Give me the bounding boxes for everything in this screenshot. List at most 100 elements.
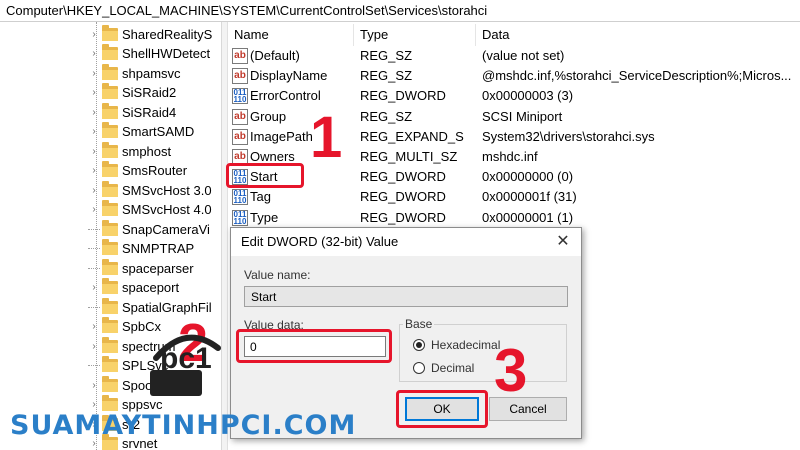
tree-connector	[88, 248, 100, 249]
chevron-right-icon[interactable]: ›	[88, 29, 100, 40]
value-row[interactable]: ab (Default) REG_SZ (value not set)	[228, 46, 800, 66]
string-value-icon: ab	[232, 68, 248, 85]
value-data-cell: 0x00000003 (3)	[482, 88, 574, 104]
folder-icon	[102, 317, 118, 333]
start-highlight-box	[226, 163, 304, 188]
column-header-data[interactable]: Data	[476, 24, 800, 46]
value-row[interactable]: 011 110 Tag REG_DWORD 0x0000001f (31)	[228, 187, 800, 207]
chevron-right-icon[interactable]: ›	[88, 48, 100, 59]
value-data-cell: System32\drivers\storahci.sys	[482, 128, 655, 144]
string-value-icon: ab	[232, 128, 248, 145]
chevron-right-icon[interactable]: ›	[88, 282, 100, 293]
column-header-name[interactable]: Name	[228, 24, 354, 46]
tree-connector	[88, 228, 100, 230]
tree-item-label: SMSvcHost 3.0	[122, 182, 212, 198]
folder-icon	[102, 375, 118, 392]
folder-icon	[102, 239, 118, 255]
chevron-right-icon[interactable]: ›	[88, 321, 100, 332]
tree-item[interactable]: › smphost	[88, 141, 171, 161]
folder-icon	[102, 258, 118, 275]
value-row[interactable]: 011 110 Type REG_DWORD 0x00000001 (1)	[228, 208, 800, 228]
folder-icon	[102, 122, 118, 138]
watermark-logo-text: pc1	[160, 342, 212, 375]
value-name-cell: DisplayName	[250, 68, 328, 84]
chevron-right-icon[interactable]: ›	[88, 204, 100, 215]
tree-item[interactable]: › SiSRaid2	[88, 83, 176, 103]
step-1-number: 1	[310, 105, 343, 170]
tree-connector	[88, 365, 100, 366]
value-type-cell: REG_MULTI_SZ	[360, 149, 458, 164]
value-name-cell: (Default)	[250, 48, 300, 63]
string-value-icon: ab	[232, 48, 248, 64]
chevron-right-icon[interactable]: ›	[88, 185, 100, 196]
base-group	[399, 324, 567, 382]
tree-item-label: spaceport	[122, 280, 180, 295]
value-data-cell: 0x00000001 (1)	[482, 209, 574, 225]
tree-item[interactable]: spaceparser	[88, 258, 194, 278]
tree-item-label: SiSRaid2	[122, 85, 177, 100]
tree-item[interactable]: › SMSvcHost 4.0	[88, 200, 212, 220]
tree-item[interactable]: › shpamsvc	[88, 63, 181, 83]
chevron-right-icon[interactable]: ›	[88, 146, 100, 157]
value-data-cell: 0x00000000 (0)	[482, 169, 574, 185]
watermark-logo: pc1	[150, 334, 221, 396]
hexadecimal-label[interactable]: Hexadecimal	[431, 338, 500, 352]
tree-item[interactable]: › SmsRouter	[88, 161, 187, 181]
value-name-label: Value name:	[244, 268, 311, 282]
tree-item[interactable]: › SMSvcHost 3.0	[88, 180, 212, 200]
tree-item-label: ShellHWDetect	[122, 46, 211, 61]
tree-item[interactable]: SNMPTRAP	[88, 239, 194, 259]
folder-icon	[102, 180, 118, 197]
string-value-icon: ab	[232, 108, 248, 125]
tree-item[interactable]: › SiSRaid4	[88, 102, 176, 122]
binary-value-icon: 011 110	[232, 189, 248, 206]
tree-item-label: SnapCameraVi	[122, 221, 210, 237]
value-type-cell: REG_SZ	[360, 48, 413, 63]
address-bar[interactable]: Computer\HKEY_LOCAL_MACHINE\SYSTEM\Curre…	[0, 0, 800, 22]
folder-icon	[102, 63, 118, 80]
tree-item[interactable]: › SharedRealityS	[88, 24, 212, 44]
value-data-cell: (value not set)	[482, 48, 565, 63]
chevron-right-icon[interactable]: ›	[88, 126, 100, 137]
chevron-right-icon[interactable]: ›	[88, 165, 100, 176]
binary-value-icon: 011 110	[232, 209, 248, 226]
value-data-cell: mshdc.inf	[482, 149, 538, 164]
ok-highlight-box	[396, 390, 488, 428]
tree-item-label: SMSvcHost 4.0	[122, 202, 212, 217]
value-data-highlight-box	[236, 329, 392, 363]
value-name-cell: Type	[250, 209, 279, 225]
chevron-right-icon[interactable]: ›	[88, 399, 100, 410]
tree-item-label: SmartSAMD	[122, 124, 195, 139]
tree-item[interactable]: › ShellHWDetect	[88, 44, 210, 64]
value-name-field: Start	[244, 286, 568, 307]
chevron-right-icon[interactable]: ›	[88, 87, 100, 98]
chevron-right-icon[interactable]: ›	[88, 68, 100, 79]
hexadecimal-radio[interactable]	[413, 339, 425, 351]
folder-icon	[102, 83, 118, 99]
value-data-cell: @mshdc.inf,%storahci_ServiceDescription%…	[482, 68, 792, 84]
value-type-cell: REG_EXPAND_SZ	[360, 128, 464, 144]
tree-item[interactable]: › spaceport	[88, 278, 179, 298]
column-header-type[interactable]: Type	[354, 24, 476, 46]
base-label: Base	[403, 317, 435, 331]
folder-icon	[102, 44, 118, 60]
step-3-number: 3	[494, 337, 528, 404]
tree-item-label: smphost	[122, 143, 172, 159]
folder-icon	[102, 24, 118, 41]
tree-item[interactable]: SnapCameraVi	[88, 219, 210, 239]
value-data-cell: SCSI Miniport	[482, 108, 563, 124]
binary-value-icon: 011 110	[232, 88, 248, 105]
chevron-right-icon[interactable]: ›	[88, 341, 100, 352]
decimal-label[interactable]: Decimal	[431, 361, 474, 375]
value-type-cell: REG_SZ	[360, 68, 413, 84]
tree-item[interactable]: › SmartSAMD	[88, 122, 194, 142]
decimal-radio[interactable]	[413, 362, 425, 374]
tree-item-label: SmsRouter	[122, 163, 188, 178]
close-icon[interactable]: ✕	[553, 232, 573, 252]
value-type-cell: REG_DWORD	[360, 169, 446, 185]
chevron-right-icon[interactable]: ›	[88, 107, 100, 118]
folder-icon	[102, 278, 118, 294]
chevron-right-icon[interactable]: ›	[88, 380, 100, 391]
value-row[interactable]: ab DisplayName REG_SZ @mshdc.inf,%storahci_…	[228, 66, 800, 86]
value-type-cell: REG_DWORD	[360, 189, 446, 205]
